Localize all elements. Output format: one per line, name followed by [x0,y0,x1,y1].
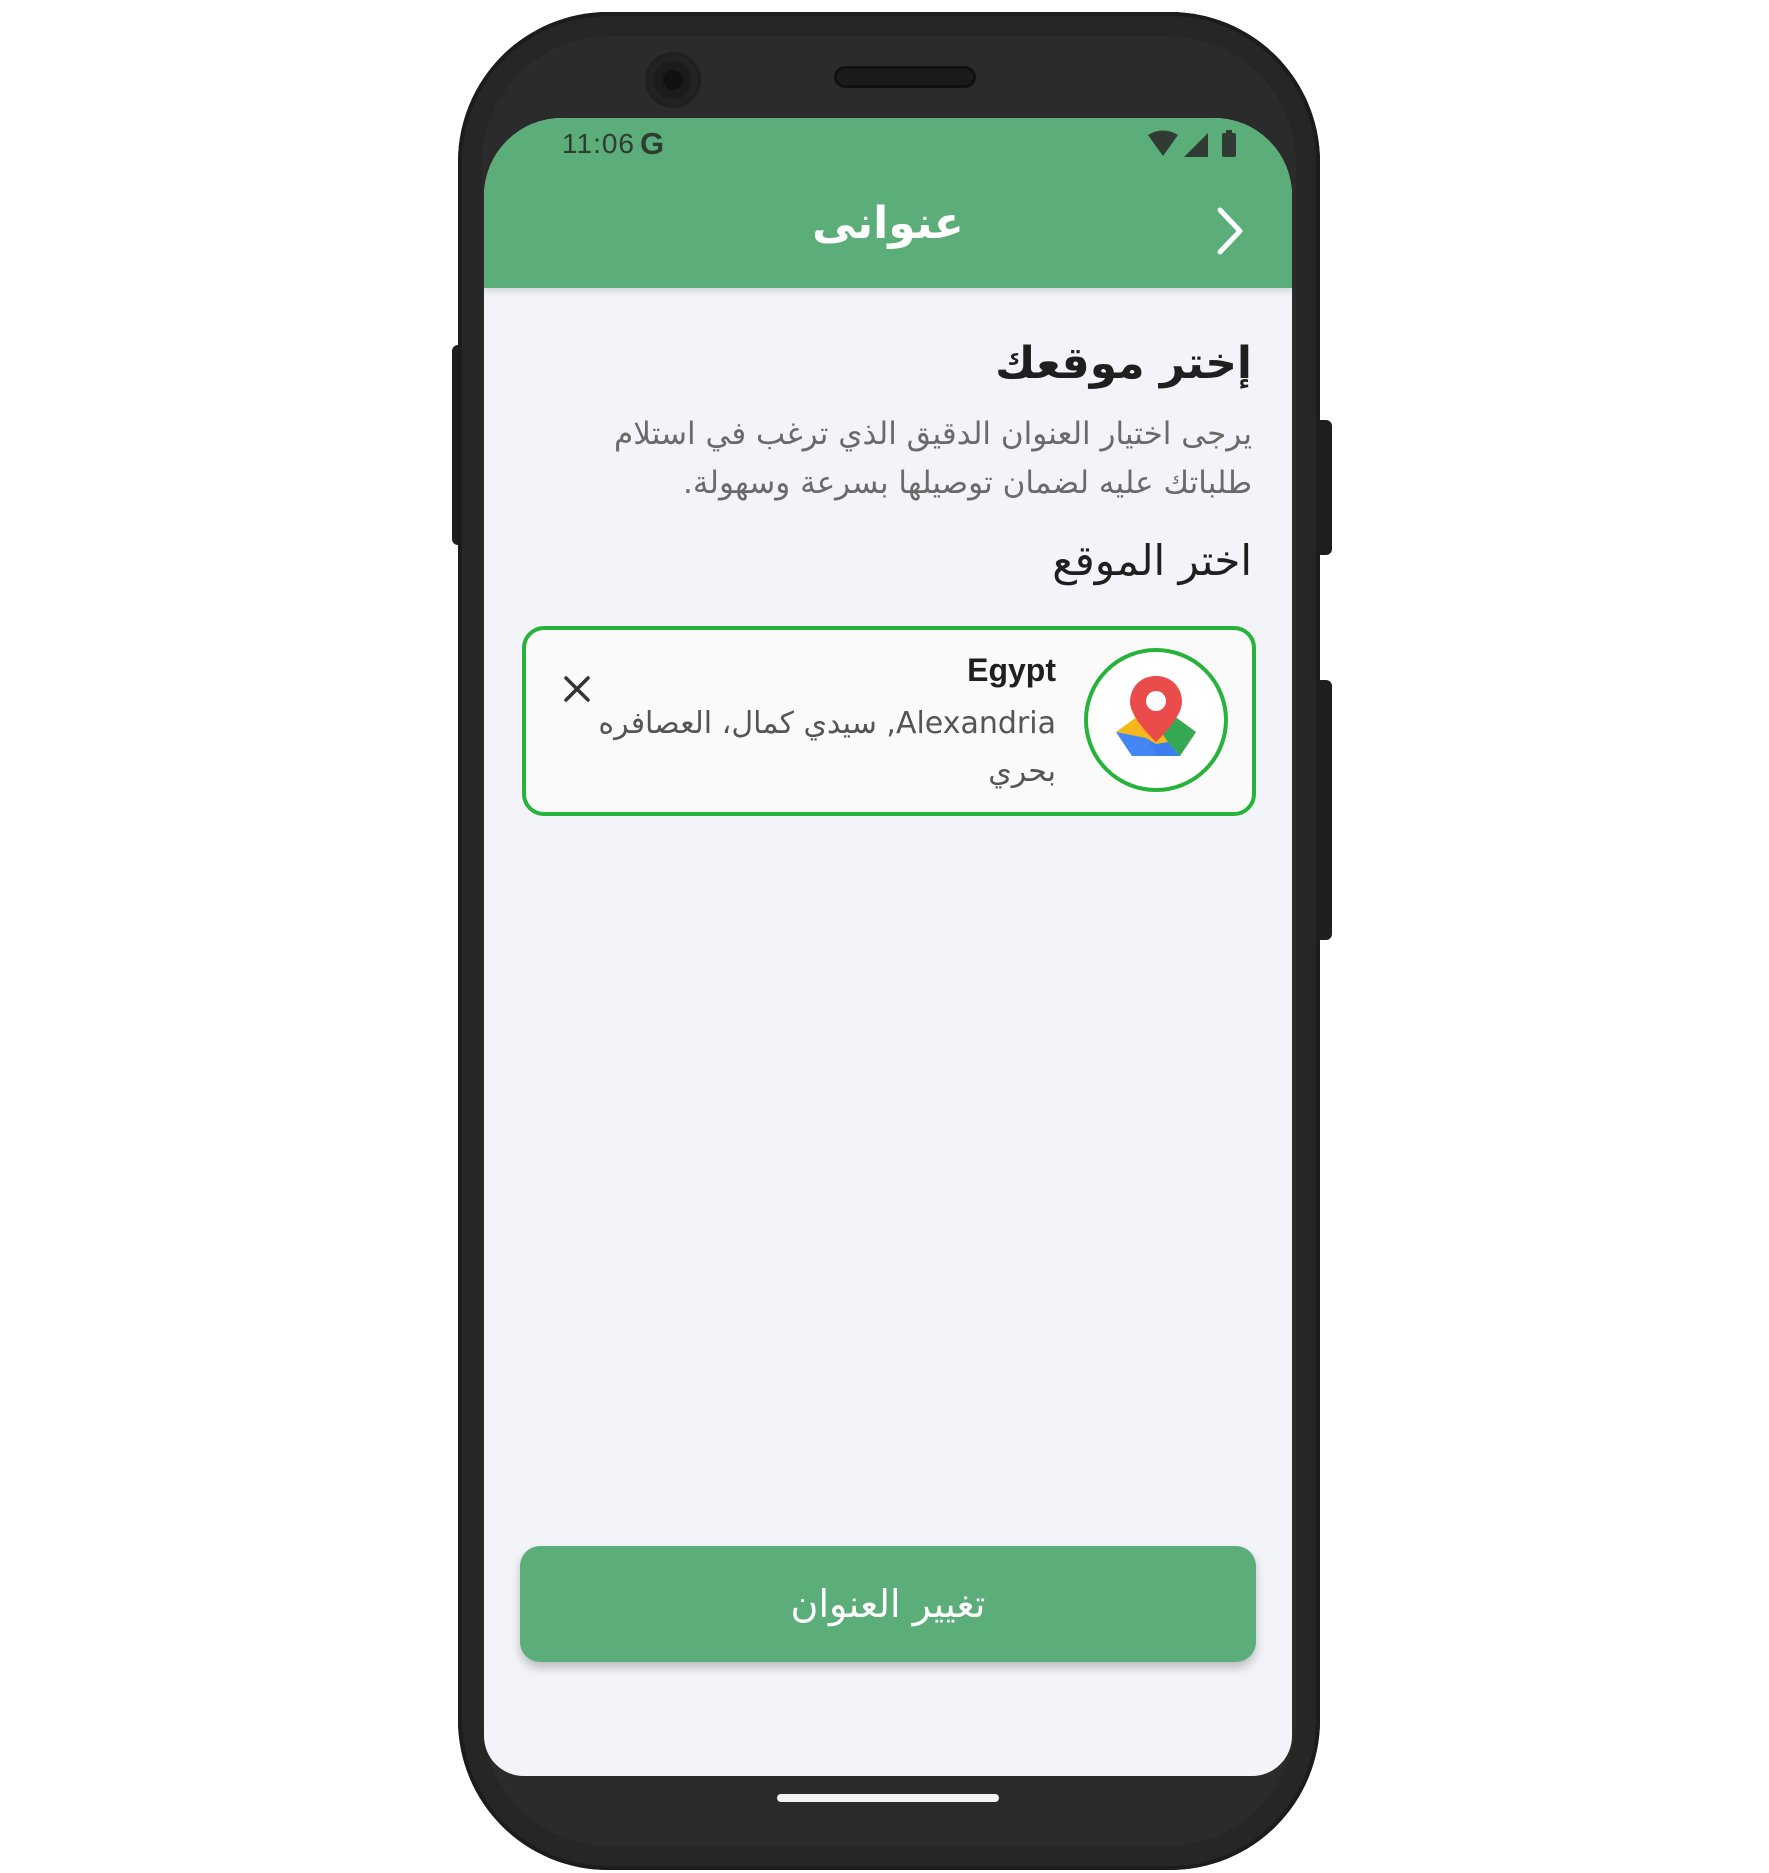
selected-location-card[interactable]: Egypt Alexandria, سيدي كمال، العصافره بح… [522,626,1256,816]
signal-icon [1184,133,1208,157]
status-time: 11:06 [562,128,635,159]
wifi-icon [1148,130,1178,156]
device-mockup: 11:06 G عنوانى إختر موقعك يرجى اختيار ال… [0,0,1769,1873]
status-icons [1148,130,1236,157]
app-screen: 11:06 G عنوانى إختر موقعك يرجى اختيار ال… [484,118,1292,1776]
choose-location-heading: اختر الموقع [1052,536,1252,585]
app-bar: 11:06 G عنوانى [484,118,1292,288]
back-button[interactable] [1210,204,1250,258]
change-address-button[interactable]: تغيير العنوان [520,1546,1256,1662]
section-heading: إختر موقعك [995,338,1252,389]
location-country: Egypt [967,652,1056,688]
google-icon: G [640,126,665,161]
battery-icon [1222,133,1236,157]
home-indicator[interactable] [777,1794,999,1802]
chevron-right-icon [1217,207,1243,255]
location-icon-badge [1084,648,1228,792]
section-description: يرجى اختيار العنوان الدقيق الذي ترغب في … [614,416,1252,501]
power-button [1318,420,1332,555]
map-pin-icon [1116,676,1196,756]
location-address: Alexandria, سيدي كمال، العصافره بحري [598,706,1056,789]
remove-location-button[interactable] [560,672,594,706]
close-icon [564,676,590,702]
volume-button [1318,680,1332,940]
page-title: عنوانى [812,198,964,249]
earpiece-speaker [834,66,976,88]
front-camera [648,55,698,105]
